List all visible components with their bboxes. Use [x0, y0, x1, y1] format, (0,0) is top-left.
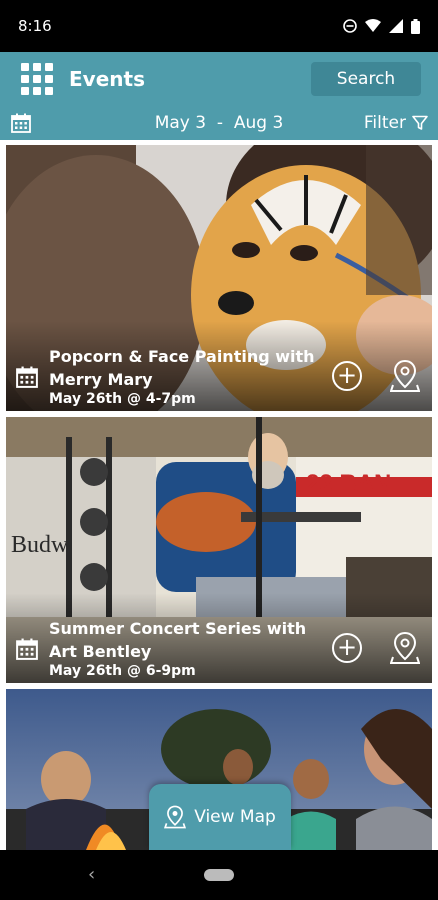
- date-start: May 3: [154, 113, 207, 133]
- status-icons: [343, 18, 420, 34]
- map-pin-icon[interactable]: [390, 359, 420, 393]
- home-pill-icon[interactable]: [204, 869, 234, 881]
- date-end: Aug 3: [233, 113, 284, 133]
- filter-icon: [412, 115, 428, 130]
- app-bar: Events Search: [0, 52, 438, 106]
- event-title: Summer Concert Series with Art Bentley: [49, 617, 329, 663]
- map-pin-icon[interactable]: [390, 631, 420, 665]
- add-event-button[interactable]: +: [332, 361, 362, 391]
- signal-icon: [389, 19, 403, 33]
- event-title-line1: Popcorn & Face Painting with: [49, 347, 315, 366]
- event-card[interactable]: 22 BAN Budw Summer Concert Series with A…: [6, 417, 432, 683]
- view-map-button[interactable]: View Map: [149, 784, 291, 850]
- view-map-label: View Map: [194, 807, 276, 827]
- event-title-line1: Summer Concert Series with: [49, 619, 307, 638]
- event-title: Popcorn & Face Painting with Merry Mary: [49, 345, 329, 391]
- dnd-icon: [343, 19, 357, 33]
- battery-icon: [411, 18, 420, 34]
- event-calendar-icon[interactable]: [16, 638, 38, 660]
- event-date: May 26th @ 6-9pm: [49, 663, 196, 679]
- status-bar: 8:16: [0, 0, 438, 52]
- add-event-button[interactable]: +: [332, 633, 362, 663]
- event-card[interactable]: Popcorn & Face Painting with Merry Mary …: [6, 145, 432, 411]
- menu-grid-icon[interactable]: [21, 63, 53, 95]
- map-pin-icon: [164, 805, 187, 829]
- svg-text:22 BAN: 22 BAN: [306, 470, 391, 497]
- svg-text:Budw: Budw: [11, 532, 69, 558]
- filter-button[interactable]: Filter: [364, 113, 428, 133]
- wifi-icon: [365, 19, 381, 32]
- page-title: Events: [69, 67, 145, 91]
- system-nav-bar: ‹: [0, 850, 438, 900]
- filter-label: Filter: [363, 113, 406, 133]
- date-separator: -: [216, 113, 224, 133]
- event-title-line2: Merry Mary: [49, 370, 153, 389]
- search-button[interactable]: Search: [311, 62, 421, 96]
- event-title-line2: Art Bentley: [49, 642, 152, 661]
- status-time: 8:16: [18, 17, 52, 35]
- date-range-bar: May 3 - Aug 3 Filter: [0, 106, 438, 140]
- event-date: May 26th @ 4-7pm: [49, 391, 196, 407]
- event-calendar-icon[interactable]: [16, 366, 38, 388]
- back-icon[interactable]: ‹: [88, 864, 95, 885]
